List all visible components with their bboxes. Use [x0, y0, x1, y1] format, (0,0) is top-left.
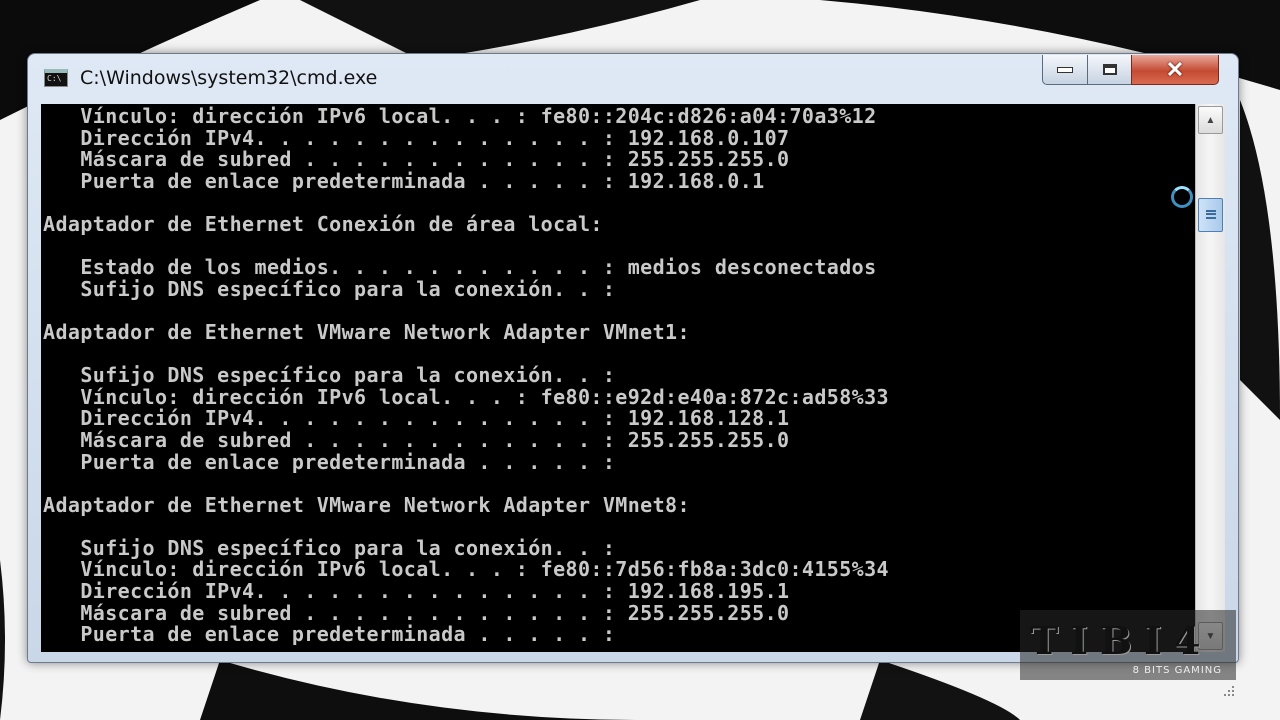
scroll-up-button[interactable]: ▲: [1198, 106, 1223, 134]
title-bar[interactable]: C:\ C:\Windows\system32\cmd.exe ✕: [28, 54, 1238, 104]
console-line: Vínculo: dirección IPv6 local. . . : fe8…: [43, 384, 889, 409]
thumb-grip-icon: [1206, 209, 1216, 219]
console-line: Máscara de subred . . . . . . . . . . . …: [43, 147, 790, 172]
scroll-thumb[interactable]: [1198, 197, 1223, 232]
watermark-title: TIBI4: [1030, 618, 1213, 663]
console-line: Adaptador de Ethernet VMware Network Ada…: [43, 319, 690, 344]
console-line: Sufijo DNS específico para la conexión. …: [43, 276, 616, 301]
console-line: Sufijo DNS específico para la conexión. …: [43, 535, 616, 560]
resize-grip-icon[interactable]: [1220, 682, 1236, 698]
close-button[interactable]: ✕: [1131, 55, 1219, 85]
vertical-scrollbar[interactable]: ▲ ▼: [1195, 104, 1225, 652]
console-line: Vínculo: dirección IPv6 local. . . : fe8…: [43, 557, 889, 582]
console-line: Vínculo: dirección IPv6 local. . . : fe8…: [43, 104, 877, 128]
console-line: Dirección IPv4. . . . . . . . . . . . . …: [43, 125, 790, 150]
cmd-app-icon[interactable]: C:\: [44, 69, 68, 87]
channel-watermark: TIBI4 8 BITS GAMING: [1020, 610, 1236, 680]
console-text: Vínculo: dirección IPv6 local. . . : fe8…: [43, 104, 889, 647]
console-line: Sufijo DNS específico para la conexión. …: [43, 363, 616, 388]
console-line: Dirección IPv4. . . . . . . . . . . . . …: [43, 406, 790, 431]
console-line: Puerta de enlace predeterminada . . . . …: [43, 622, 616, 647]
console-line: Adaptador de Ethernet Conexión de área l…: [43, 211, 603, 236]
cmd-window[interactable]: C:\ C:\Windows\system32\cmd.exe ✕ Víncul…: [27, 53, 1239, 696]
console-line: Adaptador de Ethernet VMware Network Ada…: [43, 492, 690, 517]
console-line: Puerta de enlace predeterminada . . . . …: [43, 168, 765, 193]
minimize-button[interactable]: [1042, 55, 1088, 85]
minimize-icon: [1057, 66, 1073, 73]
console-line: Puerta de enlace predeterminada . . . . …: [43, 449, 616, 474]
window-title: C:\Windows\system32\cmd.exe: [80, 67, 378, 89]
scroll-up-arrow-icon: ▲: [1205, 114, 1216, 126]
console-output[interactable]: Vínculo: dirección IPv6 local. . . : fe8…: [41, 104, 1195, 652]
watermark-subtitle: 8 BITS GAMING: [1132, 665, 1222, 676]
console-line: Máscara de subred . . . . . . . . . . . …: [43, 600, 790, 625]
busy-cursor-icon: [1171, 186, 1193, 208]
maximize-button[interactable]: [1087, 55, 1132, 85]
close-icon: ✕: [1165, 56, 1185, 82]
console-line: Dirección IPv4. . . . . . . . . . . . . …: [43, 579, 790, 604]
maximize-icon: [1102, 64, 1117, 75]
console-line: Estado de los medios. . . . . . . . . . …: [43, 255, 877, 280]
console-line: Máscara de subred . . . . . . . . . . . …: [43, 427, 790, 452]
